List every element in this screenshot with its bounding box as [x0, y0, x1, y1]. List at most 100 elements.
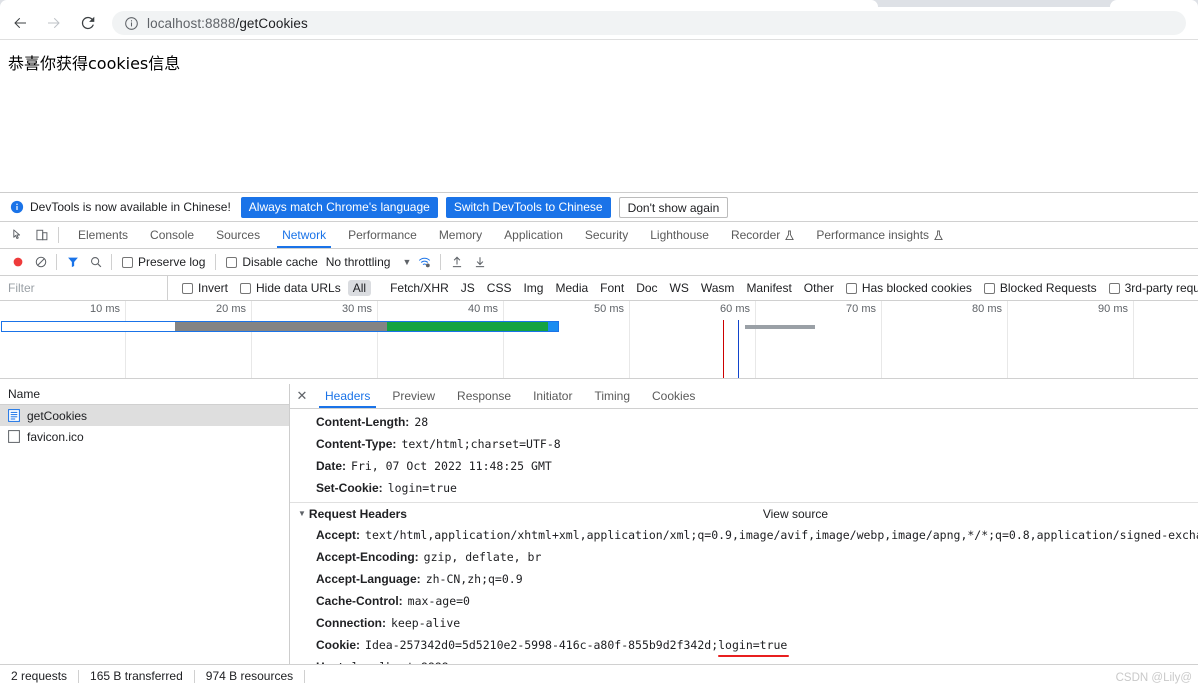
device-toggle-icon[interactable] [30, 224, 54, 246]
request-row-favicon[interactable]: favicon.ico [0, 426, 289, 447]
filter-type-fetch-xhr[interactable]: Fetch/XHR [385, 280, 454, 296]
filter-type-doc[interactable]: Doc [631, 280, 662, 296]
wifi-settings-icon[interactable] [413, 251, 436, 273]
address-bar[interactable]: localhost:8888/getCookies [112, 11, 1186, 35]
hide-data-urls-checkbox[interactable]: Hide data URLs [240, 281, 341, 295]
forward-arrow-icon [45, 14, 63, 32]
record-red-dot-icon[interactable] [6, 251, 29, 273]
checkbox-box [240, 282, 252, 294]
inspect-cursor-icon[interactable] [6, 224, 30, 246]
clear-circle-slash-icon[interactable] [29, 251, 52, 273]
generic-file-icon [8, 430, 20, 443]
reload-icon [79, 14, 97, 32]
detail-tab-timing[interactable]: Timing [583, 384, 641, 408]
timeline-bar-favicon[interactable] [745, 325, 815, 329]
timeline-gridline [629, 301, 630, 378]
dont-show-again-button[interactable]: Don't show again [618, 196, 729, 218]
headers-content: Content-Length: 28 Content-Type: text/ht… [290, 409, 1198, 664]
request-row-getcookies[interactable]: getCookies [0, 405, 289, 426]
reload-button[interactable] [74, 9, 102, 37]
always-match-language-button[interactable]: Always match Chrome's language [240, 196, 438, 218]
filter-type-other[interactable]: Other [799, 280, 839, 296]
search-magnifier-icon[interactable] [84, 251, 107, 273]
timeline-tick-label: 50 ms [594, 303, 624, 315]
invert-checkbox[interactable]: Invert [182, 281, 228, 295]
tab-label: Console [150, 228, 195, 242]
request-list-header[interactable]: Name [0, 384, 289, 405]
third-party-requests-checkbox[interactable]: 3rd-party requests [1108, 281, 1198, 295]
tab-recorder[interactable]: Recorder [720, 222, 805, 248]
timeline-bar-getcookies[interactable] [1, 321, 559, 332]
filter-type-js[interactable]: JS [456, 280, 480, 296]
funnel-filter-icon[interactable] [61, 251, 84, 273]
detail-tab-cookies[interactable]: Cookies [641, 384, 706, 408]
tab-elements[interactable]: Elements [67, 222, 139, 248]
filter-type-all[interactable]: All [347, 280, 372, 296]
timeline-tick-label: 90 ms [1098, 303, 1128, 315]
devtools-tab-bar: Elements Console Sources Network Perform… [0, 222, 1198, 249]
filter-type-manifest[interactable]: Manifest [741, 280, 796, 296]
detail-tab-initiator[interactable]: Initiator [522, 384, 583, 408]
header-row-connection: Connection: keep-alive [290, 612, 1198, 634]
header-key: Content-Type: [316, 437, 397, 451]
status-transferred: 165 B transferred [90, 669, 183, 683]
has-blocked-cookies-label: Has blocked cookies [861, 281, 972, 295]
checkbox-box [122, 256, 133, 268]
filter-type-css[interactable]: CSS [482, 280, 517, 296]
tab-lighthouse[interactable]: Lighthouse [639, 222, 720, 248]
toolbar-divider [215, 254, 217, 270]
disable-cache-checkbox[interactable]: Disable cache [226, 255, 318, 269]
address-bar-path: /getCookies [235, 15, 308, 31]
upload-arrow-icon[interactable] [445, 251, 468, 273]
back-button[interactable] [6, 9, 34, 37]
toolbar-divider [56, 254, 57, 270]
detail-tab-headers[interactable]: Headers [314, 384, 381, 408]
filter-type-font[interactable]: Font [595, 280, 629, 296]
filter-type-img[interactable]: Img [518, 280, 548, 296]
switch-to-chinese-button[interactable]: Switch DevTools to Chinese [445, 196, 611, 218]
filter-type-wasm[interactable]: Wasm [696, 280, 740, 296]
header-value: login=true [387, 481, 457, 495]
filter-type-media[interactable]: Media [550, 280, 593, 296]
invert-label: Invert [198, 281, 229, 295]
timeline-gridline [125, 301, 126, 378]
timeline-gridline [755, 301, 756, 378]
detail-tab-preview[interactable]: Preview [381, 384, 446, 408]
view-source-link[interactable]: View source [763, 507, 828, 521]
has-blocked-cookies-checkbox[interactable]: Has blocked cookies [845, 281, 972, 295]
header-row-accept-encoding: Accept-Encoding: gzip, deflate, br [290, 546, 1198, 568]
info-circle-icon[interactable] [124, 16, 139, 31]
network-overview-timeline[interactable]: 10 ms 20 ms 30 ms 40 ms 50 ms 60 ms 70 m… [0, 301, 1198, 379]
close-x-icon[interactable]: ✕ [290, 384, 314, 408]
tab-console[interactable]: Console [139, 222, 205, 248]
checkbox-box [1108, 282, 1120, 294]
tab-label: Performance [348, 228, 417, 242]
tab-security[interactable]: Security [574, 222, 639, 248]
header-key: Accept-Language: [316, 572, 421, 586]
blocked-requests-checkbox[interactable]: Blocked Requests [983, 281, 1097, 295]
network-status-bar: 2 requests 165 B transferred 974 B resou… [0, 664, 1198, 687]
tab-sources[interactable]: Sources [205, 222, 271, 248]
throttling-dropdown[interactable]: No throttling ▼ [326, 255, 412, 269]
request-headers-expander[interactable]: ▼ Request Headers [298, 507, 407, 521]
timeline-gridline [503, 301, 504, 378]
tab-memory[interactable]: Memory [428, 222, 493, 248]
filter-input[interactable]: Filter [0, 276, 168, 300]
header-row-cookie: Cookie: Idea-257342d0=5d5210e2-5998-416c… [290, 634, 1198, 657]
download-arrow-icon[interactable] [468, 251, 491, 273]
tab-network[interactable]: Network [271, 222, 337, 248]
detail-tab-response[interactable]: Response [446, 384, 522, 408]
timeline-segment-stalled [175, 322, 387, 331]
preserve-log-checkbox[interactable]: Preserve log [122, 255, 205, 269]
browser-tab-active[interactable] [0, 0, 878, 7]
browser-toolbar: localhost:8888/getCookies [0, 7, 1198, 40]
tab-performance[interactable]: Performance [337, 222, 428, 248]
timeline-tick-label: 40 ms [468, 303, 498, 315]
tab-performance-insights[interactable]: Performance insights [805, 222, 954, 248]
filter-type-ws[interactable]: WS [665, 280, 694, 296]
tab-application[interactable]: Application [493, 222, 574, 248]
screenshot-root: localhost:8888/getCookies 恭喜你获得cookies信息… [0, 0, 1198, 687]
forward-button[interactable] [40, 9, 68, 37]
browser-tab-secondary[interactable] [1110, 0, 1198, 7]
header-key: Content-Length: [316, 415, 410, 429]
